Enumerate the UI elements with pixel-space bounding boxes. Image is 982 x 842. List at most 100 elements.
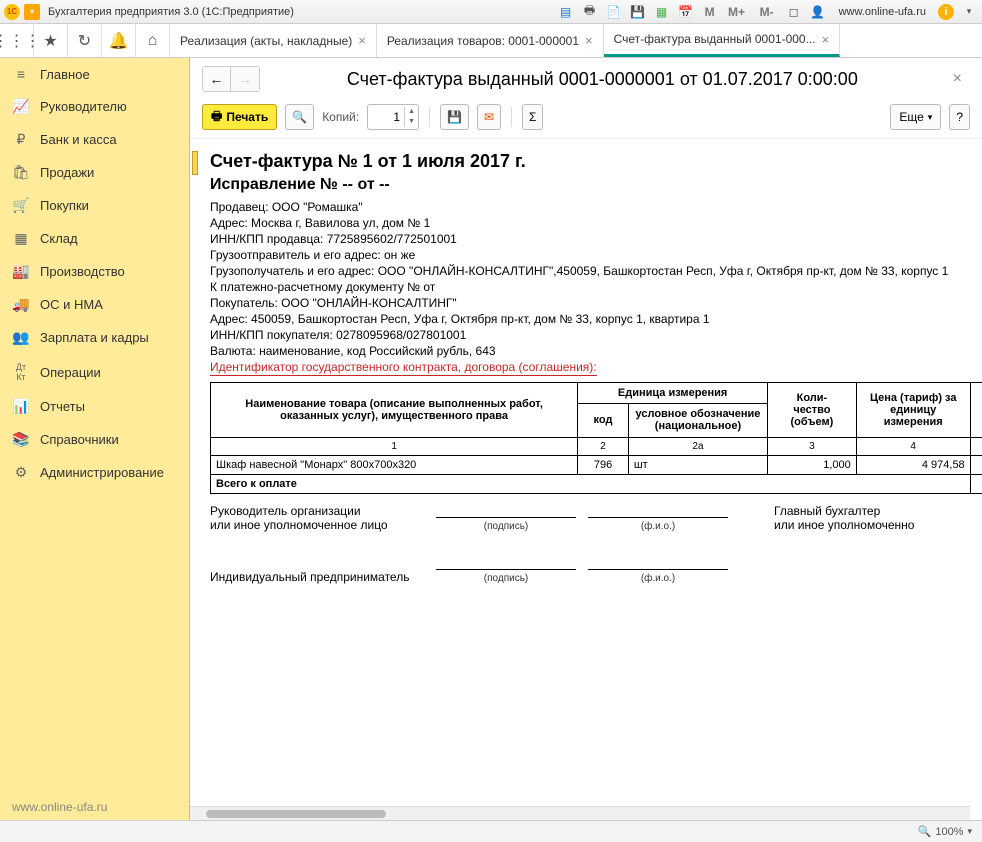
sidebar-item-bank[interactable]: ₽Банк и касса bbox=[0, 123, 189, 156]
window-icon[interactable]: ◻ bbox=[785, 3, 803, 21]
more-button[interactable]: Еще ▾ bbox=[890, 104, 941, 130]
colnum: 4 bbox=[856, 438, 970, 456]
document-body-scroll[interactable]: Счет-фактура № 1 от 1 июля 2017 г. Испра… bbox=[190, 139, 982, 806]
sidebar-item-label: Покупки bbox=[40, 198, 89, 213]
close-icon[interactable]: × bbox=[585, 33, 593, 48]
tab-label: Счет-фактура выданный 0001-000... bbox=[614, 32, 816, 46]
tab-schet-faktura[interactable]: Счет-фактура выданный 0001-000... × bbox=[604, 24, 841, 57]
table-row[interactable]: Шкаф навесной "Монарх" 800х700х320 796 ш… bbox=[211, 456, 982, 475]
back-button[interactable]: ← bbox=[203, 67, 231, 91]
scrollbar-thumb[interactable] bbox=[206, 810, 386, 818]
sidebar-item-pokupki[interactable]: 🛒Покупки bbox=[0, 189, 189, 222]
info-icon[interactable]: i bbox=[938, 4, 954, 20]
close-icon[interactable]: × bbox=[358, 33, 366, 48]
memory-mminus-button[interactable]: M- bbox=[755, 3, 779, 21]
close-document-button[interactable]: × bbox=[945, 70, 970, 88]
print-label: Печать bbox=[226, 110, 268, 124]
sidebar-item-otchety[interactable]: 📊Отчеты bbox=[0, 390, 189, 423]
info-line: Покупатель: ООО "ОНЛАЙН-КОНСАЛТИНГ" bbox=[210, 296, 982, 310]
sidebar-item-os-nma[interactable]: 🚚ОС и НМА bbox=[0, 288, 189, 321]
copies-input[interactable] bbox=[368, 106, 404, 128]
favorites-button[interactable]: ★ bbox=[34, 24, 68, 57]
column-numbers-row: 1 2 2а 3 4 5 bbox=[211, 438, 982, 456]
document-icon[interactable]: 📄 bbox=[605, 3, 623, 21]
sign-sub: (подпись) bbox=[430, 521, 582, 532]
cell-sym: шт bbox=[628, 456, 767, 475]
spin-up-button[interactable]: ▲ bbox=[405, 107, 418, 117]
sidebar-item-label: Справочники bbox=[40, 432, 119, 447]
colnum: 3 bbox=[768, 438, 857, 456]
contract-id-highlight: Идентификатор государственного контракта… bbox=[210, 360, 597, 376]
sidebar-item-operacii[interactable]: Дт КтОперации bbox=[0, 354, 189, 390]
sidebar-item-label: Администрирование bbox=[40, 465, 164, 480]
email-button[interactable]: ✉ bbox=[477, 104, 501, 130]
correction-heading: Исправление № -- от -- bbox=[210, 176, 982, 194]
system-dropdown-button[interactable]: ▾ bbox=[24, 4, 40, 20]
user-icon[interactable]: 👤 bbox=[809, 3, 827, 21]
document-toolbar: 🖶Печать 🔍 Копий: ▲▼ 💾 ✉ Σ Еще ▾ ? bbox=[190, 100, 982, 139]
bag-icon: 🛍 bbox=[12, 164, 30, 181]
help-label: ? bbox=[956, 110, 963, 124]
spin-down-button[interactable]: ▼ bbox=[405, 117, 418, 127]
sidebar-item-label: Руководителю bbox=[40, 99, 127, 114]
print-button[interactable]: 🖶Печать bbox=[202, 104, 277, 130]
cell-qty: 1,000 bbox=[768, 456, 857, 475]
chevron-down-icon[interactable]: ▾ bbox=[960, 3, 978, 21]
preview-icon[interactable]: ▤ bbox=[557, 3, 575, 21]
memory-m-button[interactable]: M bbox=[701, 3, 719, 21]
chevron-down-icon[interactable]: ▾ bbox=[967, 826, 972, 837]
content-area: ← → Счет-фактура выданный 0001-0000001 о… bbox=[190, 58, 982, 820]
copies-spinner[interactable]: ▲▼ bbox=[367, 104, 419, 130]
notifications-button[interactable]: 🔔 bbox=[102, 24, 136, 57]
zoom-icon[interactable]: 🔍 bbox=[918, 825, 932, 838]
apps-grid-button[interactable]: ⋮⋮⋮ bbox=[0, 24, 34, 57]
home-button[interactable]: ⌂ bbox=[136, 24, 170, 57]
sidebar-item-proizvodstvo[interactable]: 🏭Производство bbox=[0, 255, 189, 288]
colnum: 5 bbox=[970, 438, 982, 456]
envelope-icon: ✉ bbox=[484, 110, 494, 124]
sidebar-item-zarplata[interactable]: 👥Зарплата и кадры bbox=[0, 321, 189, 354]
calculator-icon[interactable]: ▦ bbox=[653, 3, 671, 21]
sidebar-item-administrirovanie[interactable]: ⚙ Администрирование bbox=[0, 456, 189, 489]
app-title: Бухгалтерия предприятия 3.0 (1С:Предприя… bbox=[44, 6, 553, 18]
sidebar-item-sklad[interactable]: ▦Склад bbox=[0, 222, 189, 255]
boxes-icon: ▦ bbox=[12, 230, 30, 247]
sidebar-item-prodazhi[interactable]: 🛍Продажи bbox=[0, 156, 189, 189]
books-icon: 📚 bbox=[12, 431, 30, 448]
sidebar-item-label: Главное bbox=[40, 67, 90, 82]
sidebar-item-label: Операции bbox=[40, 365, 101, 380]
tab-realizaciya-tovarov[interactable]: Реализация товаров: 0001-000001 × bbox=[377, 24, 604, 57]
sidebar-item-rukovoditelyu[interactable]: 📈Руководителю bbox=[0, 90, 189, 123]
sidebar-item-glavnoe[interactable]: ≡Главное bbox=[0, 58, 189, 90]
info-line: Продавец: ООО "Ромашка" bbox=[210, 200, 982, 214]
tab-realizaciya[interactable]: Реализация (акты, накладные) × bbox=[170, 24, 377, 57]
sidebar-item-label: ОС и НМА bbox=[40, 297, 103, 312]
memory-mplus-button[interactable]: M+ bbox=[725, 3, 749, 21]
th-unit-code: код bbox=[578, 403, 629, 437]
accountant-label: Главный бухгалтер bbox=[774, 504, 914, 518]
save-doc-button[interactable]: 💾 bbox=[440, 104, 469, 130]
signature-row-head: Руководитель организации или иное уполно… bbox=[210, 504, 982, 532]
sigma-icon: Σ bbox=[529, 110, 536, 124]
gear-icon: ⚙ bbox=[12, 464, 30, 481]
save-icon[interactable]: 💾 bbox=[629, 3, 647, 21]
tab-label: Реализация товаров: 0001-000001 bbox=[387, 34, 579, 48]
horizontal-scrollbar[interactable] bbox=[190, 806, 970, 820]
calendar-icon[interactable]: 📅 bbox=[677, 3, 695, 21]
fio-line bbox=[588, 504, 728, 518]
help-button[interactable]: ? bbox=[949, 104, 970, 130]
total-value: 4 974, bbox=[970, 475, 982, 494]
sidebar-item-spravochniki[interactable]: 📚 Справочники bbox=[0, 423, 189, 456]
print-icon[interactable]: 🖶 bbox=[581, 3, 599, 21]
people-icon: 👥 bbox=[12, 329, 30, 346]
forward-button[interactable]: → bbox=[231, 67, 259, 91]
preview-button[interactable]: 🔍 bbox=[285, 104, 314, 130]
sum-button[interactable]: Σ bbox=[522, 104, 543, 130]
statusbar: 🔍 100% ▾ bbox=[0, 820, 982, 842]
head-label: Руководитель организации bbox=[210, 504, 430, 518]
close-icon[interactable]: × bbox=[822, 32, 830, 47]
th-qty: Коли- чество (объем) bbox=[768, 383, 857, 438]
history-button[interactable]: ↻ bbox=[68, 24, 102, 57]
sidebar-footer-link[interactable]: www.online-ufa.ru bbox=[12, 800, 107, 814]
url-text: www.online-ufa.ru bbox=[833, 6, 932, 18]
